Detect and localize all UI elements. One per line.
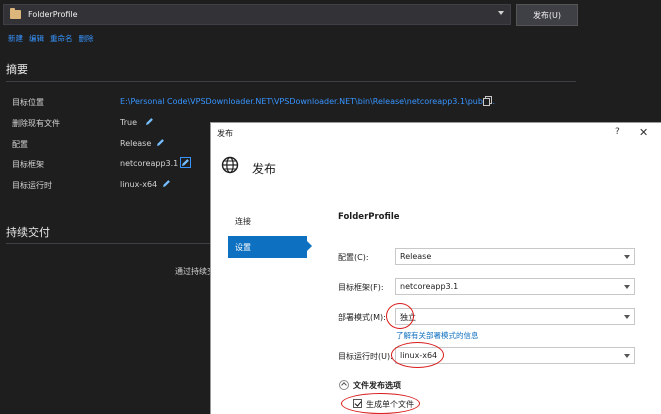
target-framework-value: netcoreapp3.1	[400, 282, 459, 291]
nav-settings-label: 设置	[235, 243, 251, 252]
summary-value: netcoreapp3.1	[120, 159, 179, 168]
summary-value: linux-x64	[120, 180, 158, 189]
chevron-down-icon	[624, 255, 630, 259]
profile-dropdown[interactable]: FolderProfile	[3, 4, 511, 25]
file-publish-options-label: 文件发布选项	[353, 381, 401, 390]
collapse-toggle[interactable]	[339, 380, 349, 390]
deployment-mode-select[interactable]: 独立	[395, 308, 635, 325]
dialog-header: 发布	[252, 162, 277, 176]
new-link[interactable]: 新建	[8, 33, 23, 44]
target-runtime-label: 目标运行时(U):	[338, 352, 393, 361]
profile-title: FolderProfile	[338, 212, 400, 222]
edit-link[interactable]: 编辑	[29, 33, 44, 44]
summary-value: Release	[120, 139, 152, 148]
nav-settings[interactable]: 设置	[228, 236, 307, 258]
close-button[interactable]: ✕	[639, 126, 648, 139]
pencil-icon[interactable]	[156, 138, 165, 147]
summary-label: 配置	[12, 140, 28, 149]
globe-icon	[221, 156, 239, 174]
chevron-down-icon	[624, 315, 630, 319]
highlight-oval	[391, 342, 444, 368]
continuous-delivery-heading: 持续交付	[6, 226, 50, 239]
nav-connection[interactable]: 连接	[235, 216, 251, 227]
configuration-label: 配置(C):	[338, 253, 369, 262]
summary-label: 目标位置	[12, 98, 44, 107]
folder-icon	[10, 8, 21, 19]
summary-value: True	[120, 118, 137, 127]
nav-selected-arrow	[307, 241, 312, 251]
pencil-icon[interactable]	[162, 179, 171, 188]
configuration-value: Release	[400, 252, 432, 261]
deployment-mode-help-link[interactable]: 了解有关部署模式的信息	[396, 330, 479, 341]
summary-label: 目标运行时	[12, 181, 52, 190]
publish-button[interactable]: 发布(U)	[516, 4, 578, 26]
chevron-down-icon	[624, 285, 630, 289]
summary-label: 删除现有文件	[12, 119, 60, 128]
chevron-down-icon	[624, 354, 630, 358]
target-location-link[interactable]: E:\Personal Code\VPSDownloader.NET\VPSDo…	[120, 97, 495, 106]
pencil-icon	[182, 159, 189, 166]
help-button[interactable]: ?	[615, 127, 620, 137]
configuration-select[interactable]: Release	[395, 248, 635, 265]
summary-heading: 摘要	[6, 63, 28, 76]
deployment-mode-label: 部署模式(M):	[338, 313, 386, 322]
highlight-oval	[341, 393, 420, 414]
target-framework-label: 目标框架(F):	[338, 283, 384, 292]
dialog-title: 发布	[217, 129, 233, 138]
cd-description: 通过持续交	[175, 267, 215, 276]
highlight-oval	[386, 303, 414, 329]
summary-divider	[6, 81, 576, 82]
cd-divider	[6, 243, 210, 244]
chevron-down-icon	[498, 11, 504, 15]
profile-actions: 新建 编辑 重命名 删除	[8, 33, 94, 44]
dialog-titlebar: 发布 ? ✕	[211, 123, 661, 143]
publish-dialog: 发布 ? ✕ 发布 连接 设置 FolderProfile 配置(C): Rel…	[210, 122, 661, 414]
summary-label: 目标框架	[12, 160, 44, 169]
profile-value: FolderProfile	[28, 10, 78, 19]
rename-link[interactable]: 重命名	[50, 33, 73, 44]
top-toolbar: FolderProfile 发布(U)	[0, 0, 661, 30]
target-framework-select[interactable]: netcoreapp3.1	[395, 278, 635, 295]
copy-icon[interactable]	[483, 96, 492, 106]
delete-link[interactable]: 删除	[79, 33, 94, 44]
pencil-icon[interactable]	[145, 117, 154, 126]
edit-framework-button[interactable]	[180, 157, 191, 168]
